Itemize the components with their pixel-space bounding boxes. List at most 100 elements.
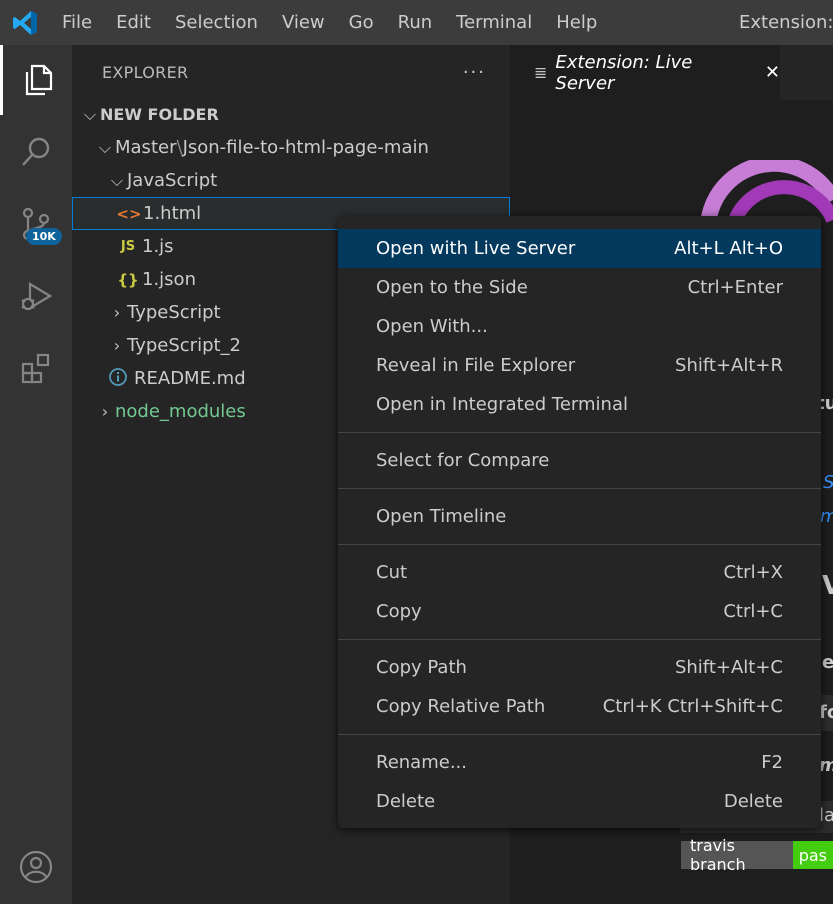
extensions-icon[interactable] — [0, 333, 72, 403]
readme-fragment: es — [822, 652, 833, 673]
vscode-logo-icon — [0, 0, 50, 45]
js-file-icon: JS — [120, 239, 136, 254]
menu-item-reveal[interactable]: Reveal in File Explorer Shift+Alt+R — [338, 346, 821, 385]
explorer-title: EXPLORER — [102, 63, 189, 82]
menu-item-label: Copy — [376, 601, 422, 622]
path-master: Master — [115, 137, 177, 158]
menu-item-label: Reveal in File Explorer — [376, 355, 576, 376]
menu-item-label: Copy Relative Path — [376, 696, 546, 717]
chevron-right-icon: › — [101, 402, 109, 421]
menu-item-copy[interactable]: Copy Ctrl+C — [338, 592, 821, 631]
menu-item-cut[interactable]: Cut Ctrl+X — [338, 553, 821, 592]
files-icon[interactable] — [0, 45, 72, 115]
menu-item-shortcut: Ctrl+K Ctrl+Shift+C — [602, 696, 783, 717]
folder-label: NEW FOLDER — [100, 105, 219, 124]
tree-label: README.md — [134, 368, 246, 389]
menu-go[interactable]: Go — [337, 0, 386, 45]
tree-label: node_modules — [115, 401, 246, 422]
menu-edit[interactable]: Edit — [104, 0, 163, 45]
menu-item-label: Open to the Side — [376, 277, 528, 298]
menu-item-shortcut: Delete — [723, 791, 783, 812]
menu-item-open-terminal[interactable]: Open in Integrated Terminal — [338, 385, 821, 424]
tree-label: TypeScript_2 — [127, 335, 242, 356]
menu-item-label: Open Timeline — [376, 506, 507, 527]
menu-item-shortcut: Alt+L Alt+O — [674, 238, 783, 259]
tab-label: Extension: Live Server — [555, 51, 693, 94]
menu-item-label: Rename... — [376, 752, 467, 773]
badge-label: travis branch — [681, 836, 793, 874]
folder-new-folder[interactable]: ⌵ NEW FOLDER — [72, 98, 510, 131]
search-icon[interactable] — [0, 117, 72, 187]
chevron-down-icon: ⌵ — [98, 137, 112, 157]
menu-item-open-timeline[interactable]: Open Timeline — [338, 497, 821, 536]
menu-separator — [338, 544, 821, 545]
menu-item-open-side[interactable]: Open to the Side Ctrl+Enter — [338, 268, 821, 307]
close-icon[interactable]: ✕ — [765, 62, 780, 83]
title-bar: File Edit Selection View Go Run Terminal… — [0, 0, 833, 45]
menu-item-label: Delete — [376, 791, 436, 812]
context-menu: Open with Live Server Alt+L Alt+O Open t… — [338, 216, 821, 828]
menu-item-label: Copy Path — [376, 657, 467, 678]
menu-separator — [338, 432, 821, 433]
json-file-icon: {} — [117, 270, 139, 289]
scm-badge: 10K — [26, 228, 62, 245]
menu-item-shortcut: Shift+Alt+R — [675, 355, 783, 376]
menu-item-label: Select for Compare — [376, 450, 550, 471]
tree-label: 1.html — [143, 203, 202, 224]
path-project: Json-file-to-html-page-main — [182, 137, 429, 158]
badge-status: pas — [792, 841, 833, 869]
html-file-icon: <> — [116, 204, 142, 223]
chevron-down-icon: ⌵ — [83, 104, 97, 124]
tree-label: 1.js — [142, 236, 174, 257]
readme-heading-fragment: V — [822, 571, 833, 601]
menu-item-shortcut: Ctrl+Enter — [687, 277, 783, 298]
readme-fragment: la — [819, 805, 833, 826]
menu-item-shortcut: Ctrl+X — [723, 562, 783, 583]
menu-item-label: Cut — [376, 562, 408, 583]
menu-terminal[interactable]: Terminal — [444, 0, 544, 45]
menu-view[interactable]: View — [270, 0, 337, 45]
menu-item-copy-path[interactable]: Copy Path Shift+Alt+C — [338, 648, 821, 687]
chevron-right-icon: › — [113, 336, 121, 355]
menu-item-shortcut: Ctrl+C — [723, 601, 783, 622]
tree-label: TypeScript — [127, 302, 221, 323]
menu-item-open-live-server[interactable]: Open with Live Server Alt+L Alt+O — [338, 229, 821, 268]
menu-separator — [338, 639, 821, 640]
menu-item-label: Open with Live Server — [376, 238, 576, 259]
menu-file[interactable]: File — [50, 0, 104, 45]
account-icon[interactable] — [0, 832, 72, 902]
menu-item-select-compare[interactable]: Select for Compare — [338, 441, 821, 480]
menu-item-copy-relative-path[interactable]: Copy Relative Path Ctrl+K Ctrl+Shift+C — [338, 687, 821, 726]
menu-separator — [338, 734, 821, 735]
menu-item-delete[interactable]: Delete Delete — [338, 782, 821, 821]
tree-label: 1.json — [142, 269, 196, 290]
menu-item-shortcut: Shift+Alt+C — [674, 657, 783, 678]
travis-badge: travis branch pas — [681, 836, 833, 874]
tab-extension-live-server[interactable]: ≣ Extension: Live Server ✕ — [510, 45, 780, 100]
explorer-header: EXPLORER ··· — [72, 45, 510, 100]
more-actions-icon[interactable]: ··· — [463, 62, 486, 83]
menu-item-rename[interactable]: Rename... F2 — [338, 743, 821, 782]
source-control-icon[interactable] — [0, 189, 72, 259]
menu-item-shortcut: F2 — [761, 752, 783, 773]
preview-icon: ≣ — [534, 63, 548, 82]
tree-item-javascript[interactable]: ⌵ JavaScript — [72, 164, 510, 197]
tree-label: JavaScript — [127, 170, 218, 191]
menu-item-label: Open in Integrated Terminal — [376, 394, 628, 415]
info-icon — [102, 367, 134, 390]
run-debug-icon[interactable] — [0, 261, 72, 331]
menu-item-label: Open With... — [376, 316, 488, 337]
chevron-down-icon: ⌵ — [110, 170, 124, 190]
menu-separator — [338, 488, 821, 489]
activity-bar: 10K — [0, 45, 72, 904]
menu-help[interactable]: Help — [544, 0, 609, 45]
readme-link-fragment[interactable]: S — [823, 472, 833, 493]
readme-fragment: fo — [819, 702, 833, 723]
readme-link-fragment[interactable]: m — [820, 506, 833, 527]
menu-selection[interactable]: Selection — [163, 0, 270, 45]
tree-item-master[interactable]: ⌵ Master \ Json-file-to-html-page-main — [72, 131, 510, 164]
window-title: Extension: L — [739, 12, 833, 33]
tab-bar: ≣ Extension: Live Server ✕ — [510, 45, 833, 100]
menu-item-open-with[interactable]: Open With... — [338, 307, 821, 346]
menu-run[interactable]: Run — [386, 0, 445, 45]
